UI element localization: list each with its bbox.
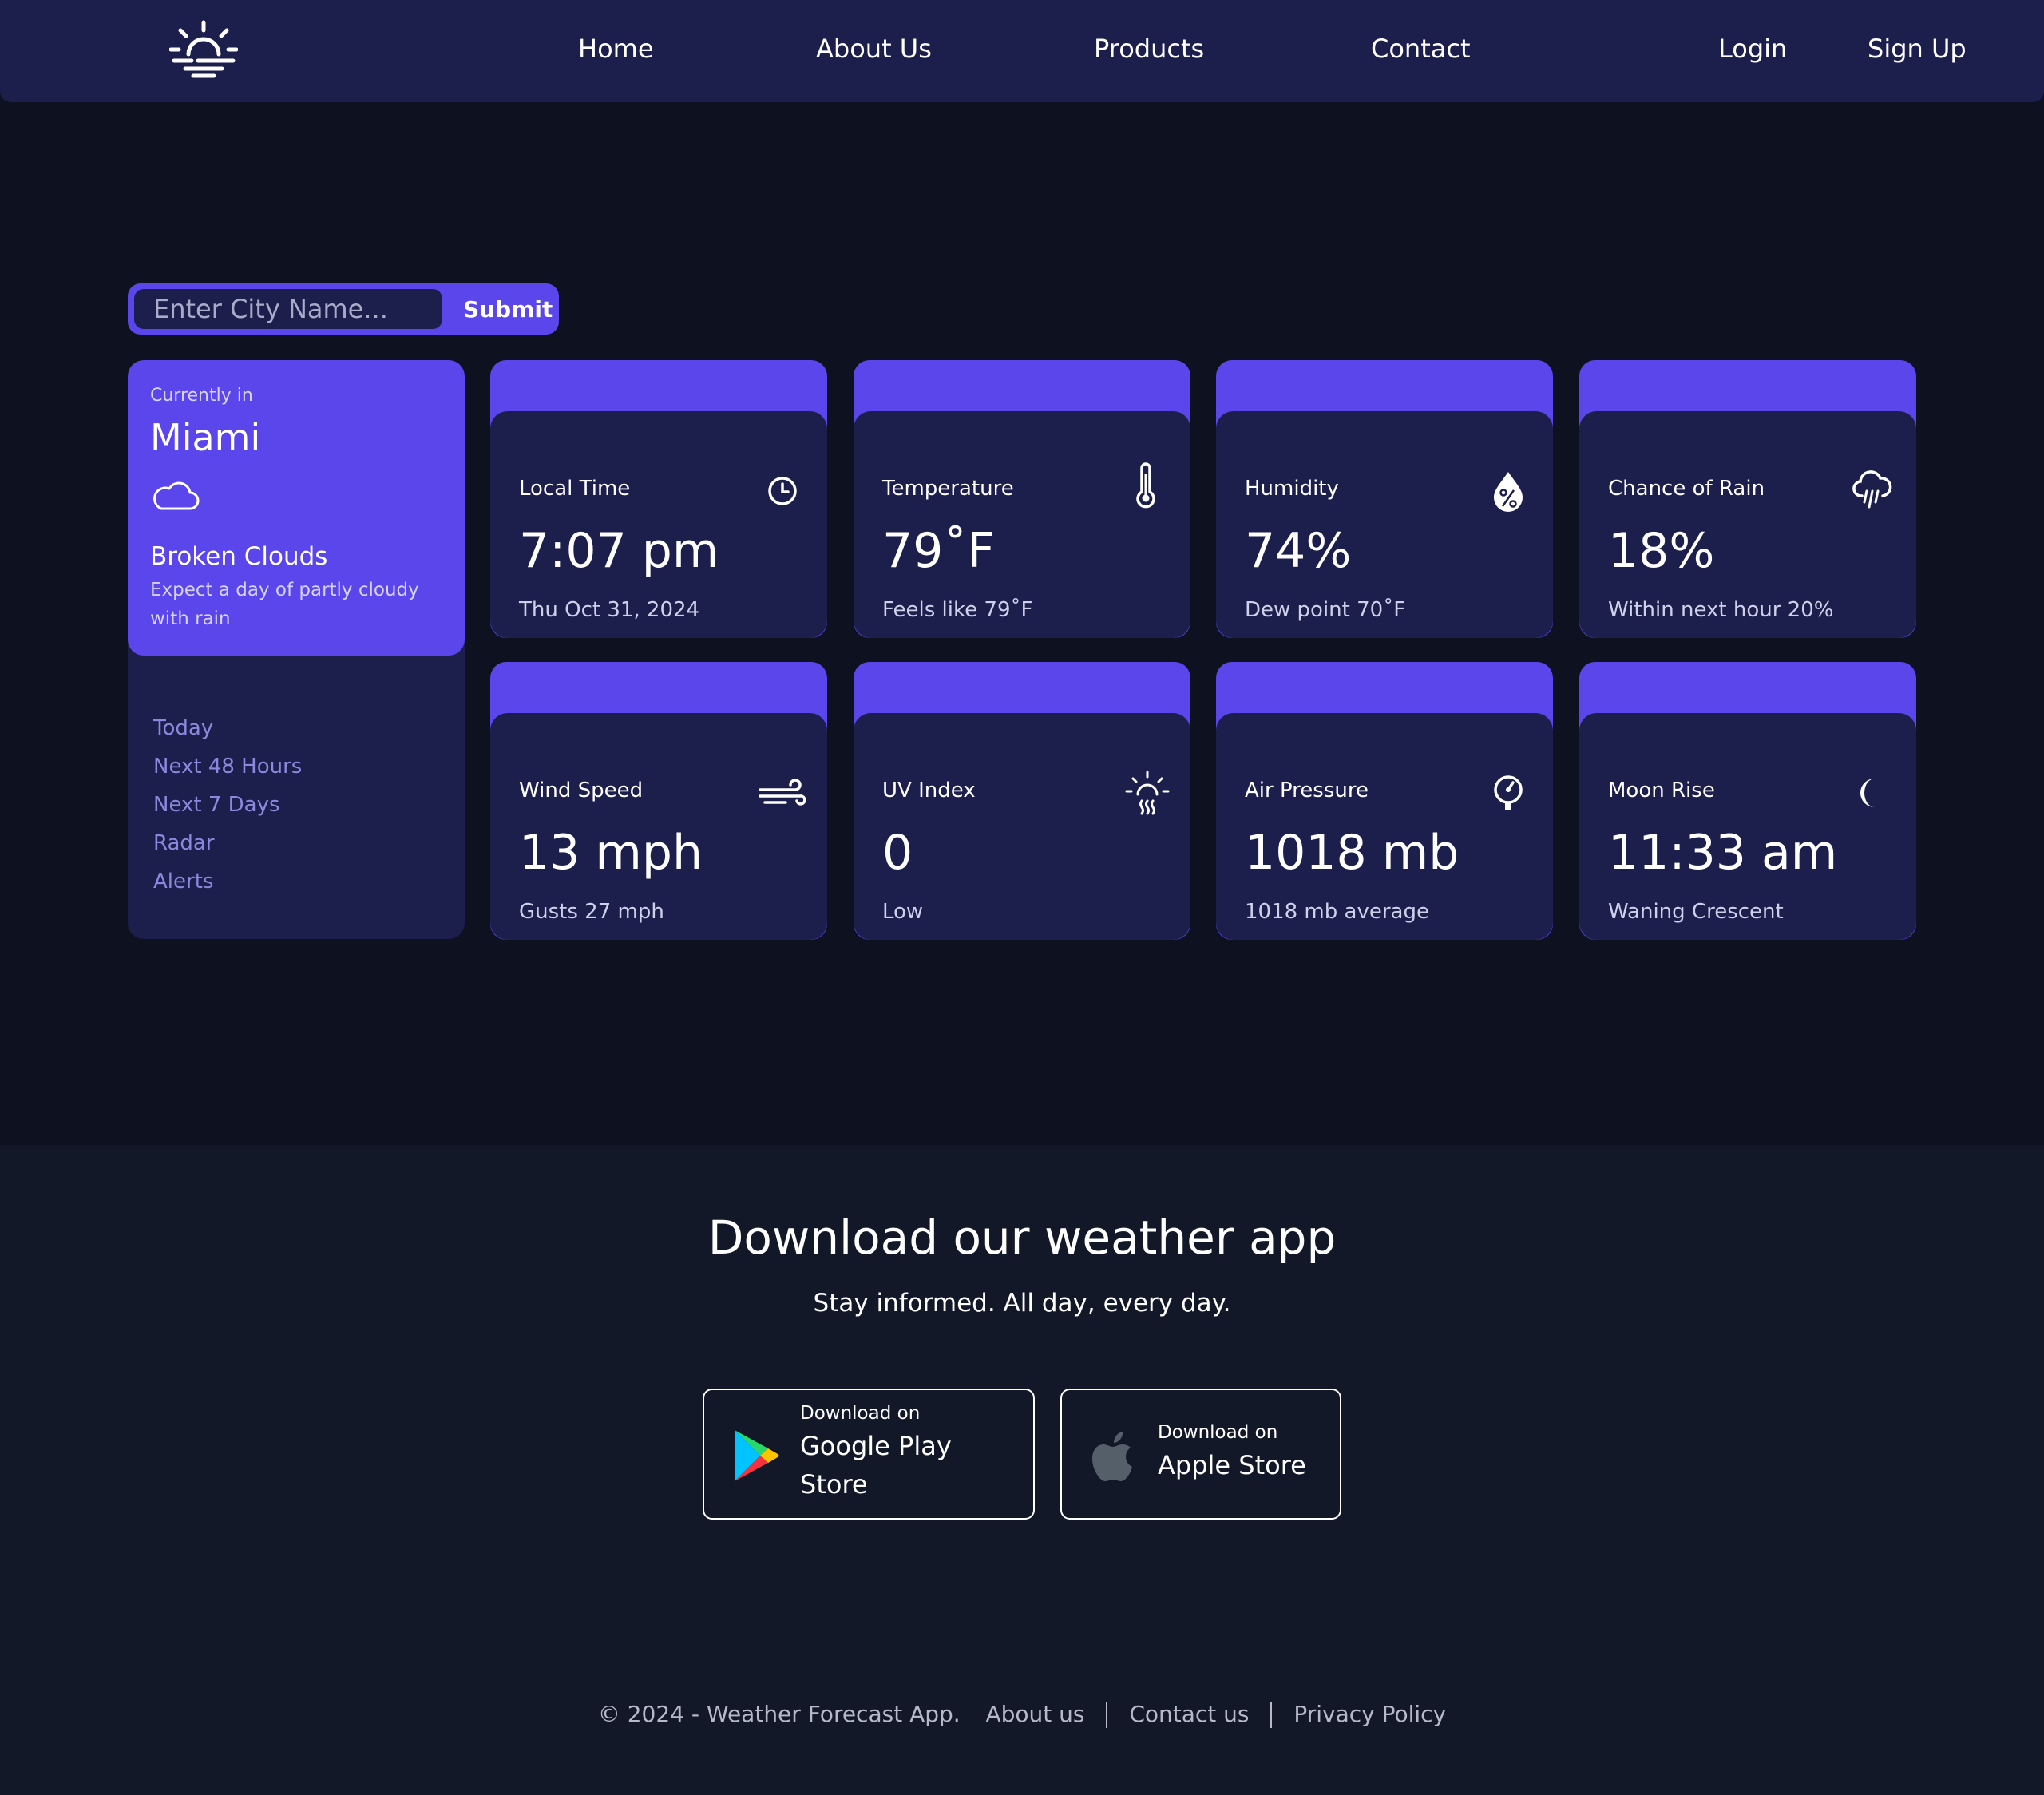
card-title: Chance of Rain	[1608, 477, 1765, 501]
city-name: Miami	[150, 416, 261, 459]
nav-products-link[interactable]: Products	[1094, 34, 1204, 64]
clock-icon	[768, 477, 797, 505]
chance-of-rain-card: Chance of Rain 18% Within next hour 20%	[1579, 360, 1916, 638]
sunrise-icon[interactable]	[169, 19, 238, 80]
air-pressure-card: Air Pressure 1018 mb 1018 mb average	[1216, 662, 1553, 940]
footer-privacy-link[interactable]: Privacy Policy	[1293, 1701, 1446, 1727]
footer-divider	[1270, 1702, 1273, 1728]
card-body: Wind Speed 13 mph Gusts 27 mph	[490, 713, 827, 940]
apple-store-label: Apple Store	[1158, 1450, 1306, 1480]
nav-contact-link[interactable]: Contact	[1371, 34, 1471, 64]
card-body: Air Pressure 1018 mb 1018 mb average	[1216, 713, 1553, 940]
card-body: Moon Rise 11:33 am Waning Crescent	[1579, 713, 1916, 940]
city-search-form: Submit	[128, 283, 559, 335]
footer-copyright: © 2024 - Weather Forecast App.	[597, 1701, 961, 1727]
thermometer-icon	[1136, 462, 1155, 509]
google-store-line2: Store	[800, 1469, 868, 1500]
sidebar-item-next-48-hours[interactable]: Next 48 Hours	[153, 755, 302, 779]
top-navbar: Home About Us Products Contact Login Sig…	[0, 0, 2044, 102]
rain-cloud-icon	[1852, 470, 1892, 509]
google-play-icon	[735, 1430, 779, 1481]
pressure-gauge-icon	[1494, 775, 1523, 810]
card-body: Humidity 74% Dew point 70˚F	[1216, 411, 1553, 638]
current-weather-card: Currently in Miami Broken Clouds Expect …	[128, 360, 465, 656]
card-subtext: Gusts 27 mph	[519, 900, 664, 924]
card-subtext: Low	[882, 900, 924, 924]
card-title: UV Index	[882, 779, 976, 802]
card-body: Chance of Rain 18% Within next hour 20%	[1579, 411, 1916, 638]
moon-rise-card: Moon Rise 11:33 am Waning Crescent	[1579, 662, 1916, 940]
card-value: 1018 mb	[1245, 825, 1460, 881]
apple-download-on: Download on	[1158, 1422, 1278, 1443]
card-body: Temperature 79˚F Feels like 79˚F	[854, 411, 1190, 638]
card-subtext: 1018 mb average	[1245, 900, 1429, 924]
weather-condition: Broken Clouds	[150, 542, 328, 571]
nav-home-link[interactable]: Home	[578, 34, 654, 64]
card-title: Temperature	[882, 477, 1014, 501]
wind-icon	[759, 779, 806, 806]
card-value: 7:07 pm	[519, 523, 719, 579]
apple-store-button[interactable]: Download on Apple Store	[1060, 1389, 1341, 1520]
footer-divider	[1106, 1702, 1108, 1728]
card-value: 18%	[1608, 523, 1715, 579]
google-play-button[interactable]: Download on Google Play Store	[703, 1389, 1035, 1520]
google-store-line1: Google Play	[800, 1431, 952, 1461]
card-value: 13 mph	[519, 825, 703, 881]
sidebar-item-radar[interactable]: Radar	[153, 831, 215, 855]
footer: © 2024 - Weather Forecast App. About us …	[0, 1701, 2044, 1728]
uv-sun-icon	[1125, 771, 1170, 815]
submit-button[interactable]: Submit	[447, 283, 557, 335]
uv-index-card: UV Index 0 Low	[854, 662, 1190, 940]
card-body: Local Time 7:07 pm Thu Oct 31, 2024	[490, 411, 827, 638]
download-title: Download our weather app	[707, 1211, 1337, 1265]
card-title: Local Time	[519, 477, 631, 501]
sidebar-item-alerts[interactable]: Alerts	[153, 870, 213, 894]
temperature-card: Temperature 79˚F Feels like 79˚F	[854, 360, 1190, 638]
footer-contact-link[interactable]: Contact us	[1129, 1701, 1249, 1727]
sidebar: Currently in Miami Broken Clouds Expect …	[128, 360, 465, 939]
download-section: Download our weather app Stay informed. …	[0, 1145, 2044, 1795]
card-subtext: Waning Crescent	[1608, 900, 1784, 924]
login-link[interactable]: Login	[1718, 34, 1787, 64]
sidebar-item-next-7-days[interactable]: Next 7 Days	[153, 793, 280, 817]
card-value: 0	[882, 825, 913, 881]
card-value: 11:33 am	[1608, 825, 1838, 881]
apple-icon	[1092, 1432, 1132, 1481]
card-subtext: Feels like 79˚F	[882, 598, 1033, 622]
footer-about-link[interactable]: About us	[986, 1701, 1085, 1727]
weather-description: Expect a day of partly cloudy with rain	[150, 580, 419, 629]
cloud-icon	[153, 481, 200, 510]
card-subtext: Within next hour 20%	[1608, 598, 1834, 622]
sidebar-item-today[interactable]: Today	[153, 716, 213, 740]
card-title: Moon Rise	[1608, 779, 1715, 802]
currently-in-label: Currently in	[150, 386, 253, 406]
local-time-card: Local Time 7:07 pm Thu Oct 31, 2024	[490, 360, 827, 638]
nav-about-link[interactable]: About Us	[816, 34, 932, 64]
moon-icon	[1860, 779, 1875, 807]
card-value: 74%	[1245, 523, 1352, 579]
card-value: 79˚F	[882, 523, 995, 579]
wind-speed-card: Wind Speed 13 mph Gusts 27 mph	[490, 662, 827, 940]
card-subtext: Thu Oct 31, 2024	[519, 598, 700, 622]
card-body: UV Index 0 Low	[854, 713, 1190, 940]
humidity-card: Humidity 74% Dew point 70˚F	[1216, 360, 1553, 638]
signup-link[interactable]: Sign Up	[1868, 34, 1967, 64]
card-title: Air Pressure	[1245, 779, 1369, 802]
humidity-drop-icon	[1494, 472, 1523, 512]
card-subtext: Dew point 70˚F	[1245, 598, 1406, 622]
city-search-input[interactable]	[134, 289, 442, 329]
download-subtitle: Stay informed. All day, every day.	[813, 1289, 1231, 1318]
card-title: Wind Speed	[519, 779, 644, 802]
card-title: Humidity	[1245, 477, 1339, 501]
google-download-on: Download on	[800, 1403, 921, 1424]
